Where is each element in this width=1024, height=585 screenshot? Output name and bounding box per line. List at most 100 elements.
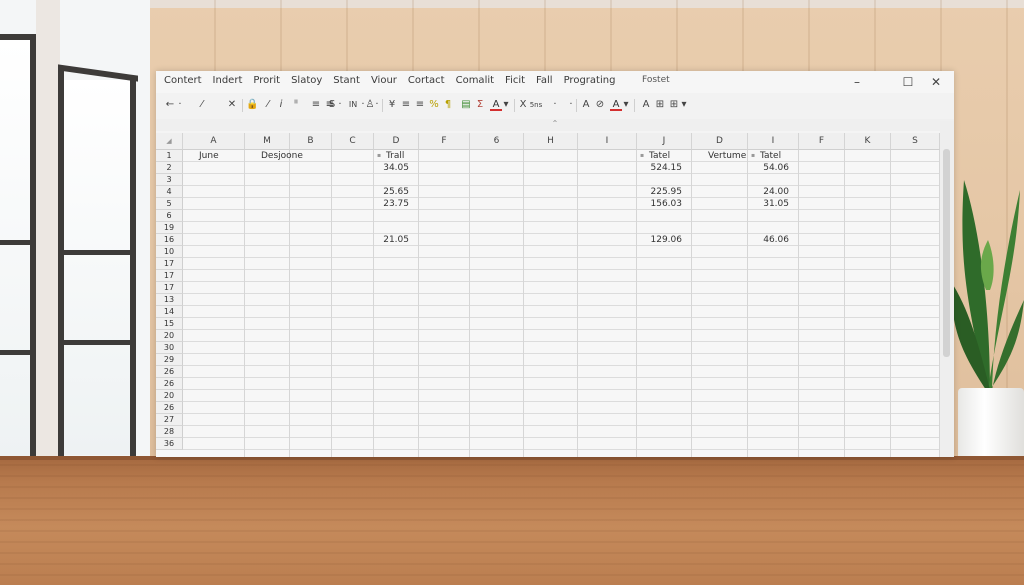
table-cell[interactable]: 46.06 bbox=[748, 234, 789, 246]
font-size-icon[interactable]: ᴵᴵ bbox=[290, 98, 302, 112]
filter-marker-icon[interactable]: ▪ bbox=[377, 152, 381, 159]
table-cell[interactable]: June bbox=[199, 150, 245, 162]
delete-icon[interactable]: ⊞ bbox=[654, 98, 666, 112]
row-header[interactable]: 3 bbox=[156, 174, 183, 186]
row-header[interactable]: 16 bbox=[156, 234, 183, 246]
menu-item-1[interactable]: Indert bbox=[213, 75, 243, 86]
row-header[interactable]: 20 bbox=[156, 330, 183, 342]
row-header[interactable]: 1 bbox=[156, 150, 183, 162]
row-header[interactable]: 5 bbox=[156, 198, 183, 210]
menu-item-8[interactable]: Ficit bbox=[505, 75, 525, 86]
row-header[interactable]: 20 bbox=[156, 390, 183, 402]
menu-item-4[interactable]: Stant bbox=[333, 75, 360, 86]
slash-icon[interactable]: ⁄ bbox=[262, 98, 274, 112]
row-header[interactable]: 17 bbox=[156, 258, 183, 270]
shape-a-icon[interactable]: A bbox=[580, 98, 592, 112]
row-header[interactable]: 15 bbox=[156, 318, 183, 330]
row-header[interactable]: 2 bbox=[156, 162, 183, 174]
table-cell[interactable]: 129.06 bbox=[637, 234, 683, 246]
collapse-caret-icon[interactable]: ⌃ bbox=[552, 119, 559, 128]
row-header[interactable]: 30 bbox=[156, 342, 183, 354]
column-header[interactable]: 6 bbox=[470, 133, 524, 150]
table-cell[interactable]: 225.95 bbox=[637, 186, 683, 198]
row-header[interactable]: 27 bbox=[156, 414, 183, 426]
table-cell[interactable]: 24.00 bbox=[748, 186, 789, 198]
paint-dropdown-caret[interactable]: · bbox=[374, 98, 380, 112]
table-cell[interactable]: 25.65 bbox=[374, 186, 409, 198]
align-icon[interactable]: ≡ bbox=[310, 98, 322, 112]
column-header[interactable]: I bbox=[578, 133, 637, 150]
menu-item-6[interactable]: Cortact bbox=[408, 75, 445, 86]
lock-icon[interactable]: 🔒 bbox=[246, 98, 258, 112]
warning-icon[interactable]: A bbox=[640, 98, 652, 112]
align-center-icon[interactable]: ≡ bbox=[414, 98, 426, 112]
percent-format-icon[interactable]: % bbox=[428, 98, 440, 112]
table-cell[interactable]: 21.05 bbox=[374, 234, 409, 246]
x-button[interactable]: X bbox=[518, 98, 528, 112]
table-cell[interactable]: 31.05 bbox=[748, 198, 789, 210]
table-cell[interactable]: Trall bbox=[386, 150, 415, 162]
row-header[interactable]: 13 bbox=[156, 294, 183, 306]
row-header[interactable]: 6 bbox=[156, 210, 183, 222]
maximize-button[interactable]: ☐ bbox=[897, 73, 919, 91]
size-dropdown-caret[interactable]: · bbox=[568, 98, 574, 112]
table-cell[interactable]: 54.06 bbox=[748, 162, 789, 174]
column-header[interactable]: A bbox=[183, 133, 245, 150]
vertical-scrollbar[interactable] bbox=[940, 121, 954, 457]
row-header[interactable]: 26 bbox=[156, 378, 183, 390]
column-header[interactable]: I bbox=[748, 133, 799, 150]
minimize-button[interactable]: – bbox=[846, 73, 868, 91]
table-cell[interactable]: 23.75 bbox=[374, 198, 409, 210]
scrollbar-thumb[interactable] bbox=[943, 149, 950, 357]
indent-button[interactable]: IN bbox=[346, 98, 360, 112]
sum-icon[interactable]: Σ bbox=[474, 98, 486, 112]
column-header[interactable]: H bbox=[524, 133, 578, 150]
row-header[interactable]: 4 bbox=[156, 186, 183, 198]
font-color-button[interactable]: A bbox=[490, 98, 502, 111]
clear-icon[interactable]: ✕ bbox=[226, 98, 238, 112]
font-color-dropdown-caret[interactable]: ▾ bbox=[502, 98, 510, 112]
table-cell[interactable]: 34.05 bbox=[374, 162, 409, 174]
menu-item-10[interactable]: Prograting bbox=[564, 75, 616, 86]
column-header[interactable]: M bbox=[245, 133, 290, 150]
text-color-dropdown-caret[interactable]: ▾ bbox=[622, 98, 630, 112]
table-cell[interactable]: Vertume bbox=[708, 150, 748, 162]
filter-marker-icon[interactable]: ▪ bbox=[640, 152, 644, 159]
strike-dropdown-caret[interactable]: · bbox=[337, 98, 343, 112]
column-header[interactable]: C bbox=[332, 133, 374, 150]
row-header[interactable]: 28 bbox=[156, 426, 183, 438]
spreadsheet-grid[interactable]: ◢ A M B C D F 6 H I J D I F K S 1 2 3 4 5 6 19 16 10 17 17 17 13 14 15… bbox=[156, 133, 940, 457]
align-left-icon[interactable]: ≡ bbox=[400, 98, 412, 112]
select-all-corner[interactable]: ◢ bbox=[156, 133, 183, 150]
table-cell[interactable]: 156.03 bbox=[637, 198, 683, 210]
shape-b-icon[interactable]: ⊘ bbox=[594, 98, 606, 112]
row-header[interactable]: 17 bbox=[156, 282, 183, 294]
menu-item-2[interactable]: Prorit bbox=[253, 75, 280, 86]
row-header[interactable]: 36 bbox=[156, 438, 183, 450]
yen-icon[interactable]: ¥ bbox=[386, 98, 398, 112]
column-header[interactable]: D bbox=[374, 133, 419, 150]
filter-marker-icon[interactable]: ▪ bbox=[751, 152, 755, 159]
pen-icon[interactable]: ⁄ bbox=[196, 98, 208, 112]
column-header[interactable]: B bbox=[290, 133, 332, 150]
paragraph-format-icon[interactable]: ¶ bbox=[442, 98, 454, 112]
menu-item-3[interactable]: Slatoy bbox=[291, 75, 322, 86]
column-header[interactable]: J bbox=[637, 133, 692, 150]
table-cell[interactable]: Tatel bbox=[649, 150, 688, 162]
menu-item-7[interactable]: Comalit bbox=[456, 75, 494, 86]
text-color-button[interactable]: A bbox=[610, 98, 622, 111]
column-header[interactable]: S bbox=[891, 133, 940, 150]
mode-dropdown-caret[interactable]: · bbox=[552, 98, 558, 112]
close-button[interactable]: ✕ bbox=[925, 73, 947, 91]
row-header[interactable]: 26 bbox=[156, 366, 183, 378]
chart-icon[interactable]: ▤ bbox=[460, 98, 472, 112]
column-header[interactable]: F bbox=[419, 133, 470, 150]
table-cell[interactable]: Tatel bbox=[760, 150, 795, 162]
row-header[interactable]: 19 bbox=[156, 222, 183, 234]
collapse-strip[interactable]: ⌃ bbox=[156, 119, 954, 131]
row-header[interactable]: 10 bbox=[156, 246, 183, 258]
grid-menu-icon[interactable]: ⊞ bbox=[668, 98, 680, 112]
back-icon[interactable]: ← bbox=[164, 98, 176, 112]
menu-item-5[interactable]: Viour bbox=[371, 75, 397, 86]
row-header[interactable]: 29 bbox=[156, 354, 183, 366]
